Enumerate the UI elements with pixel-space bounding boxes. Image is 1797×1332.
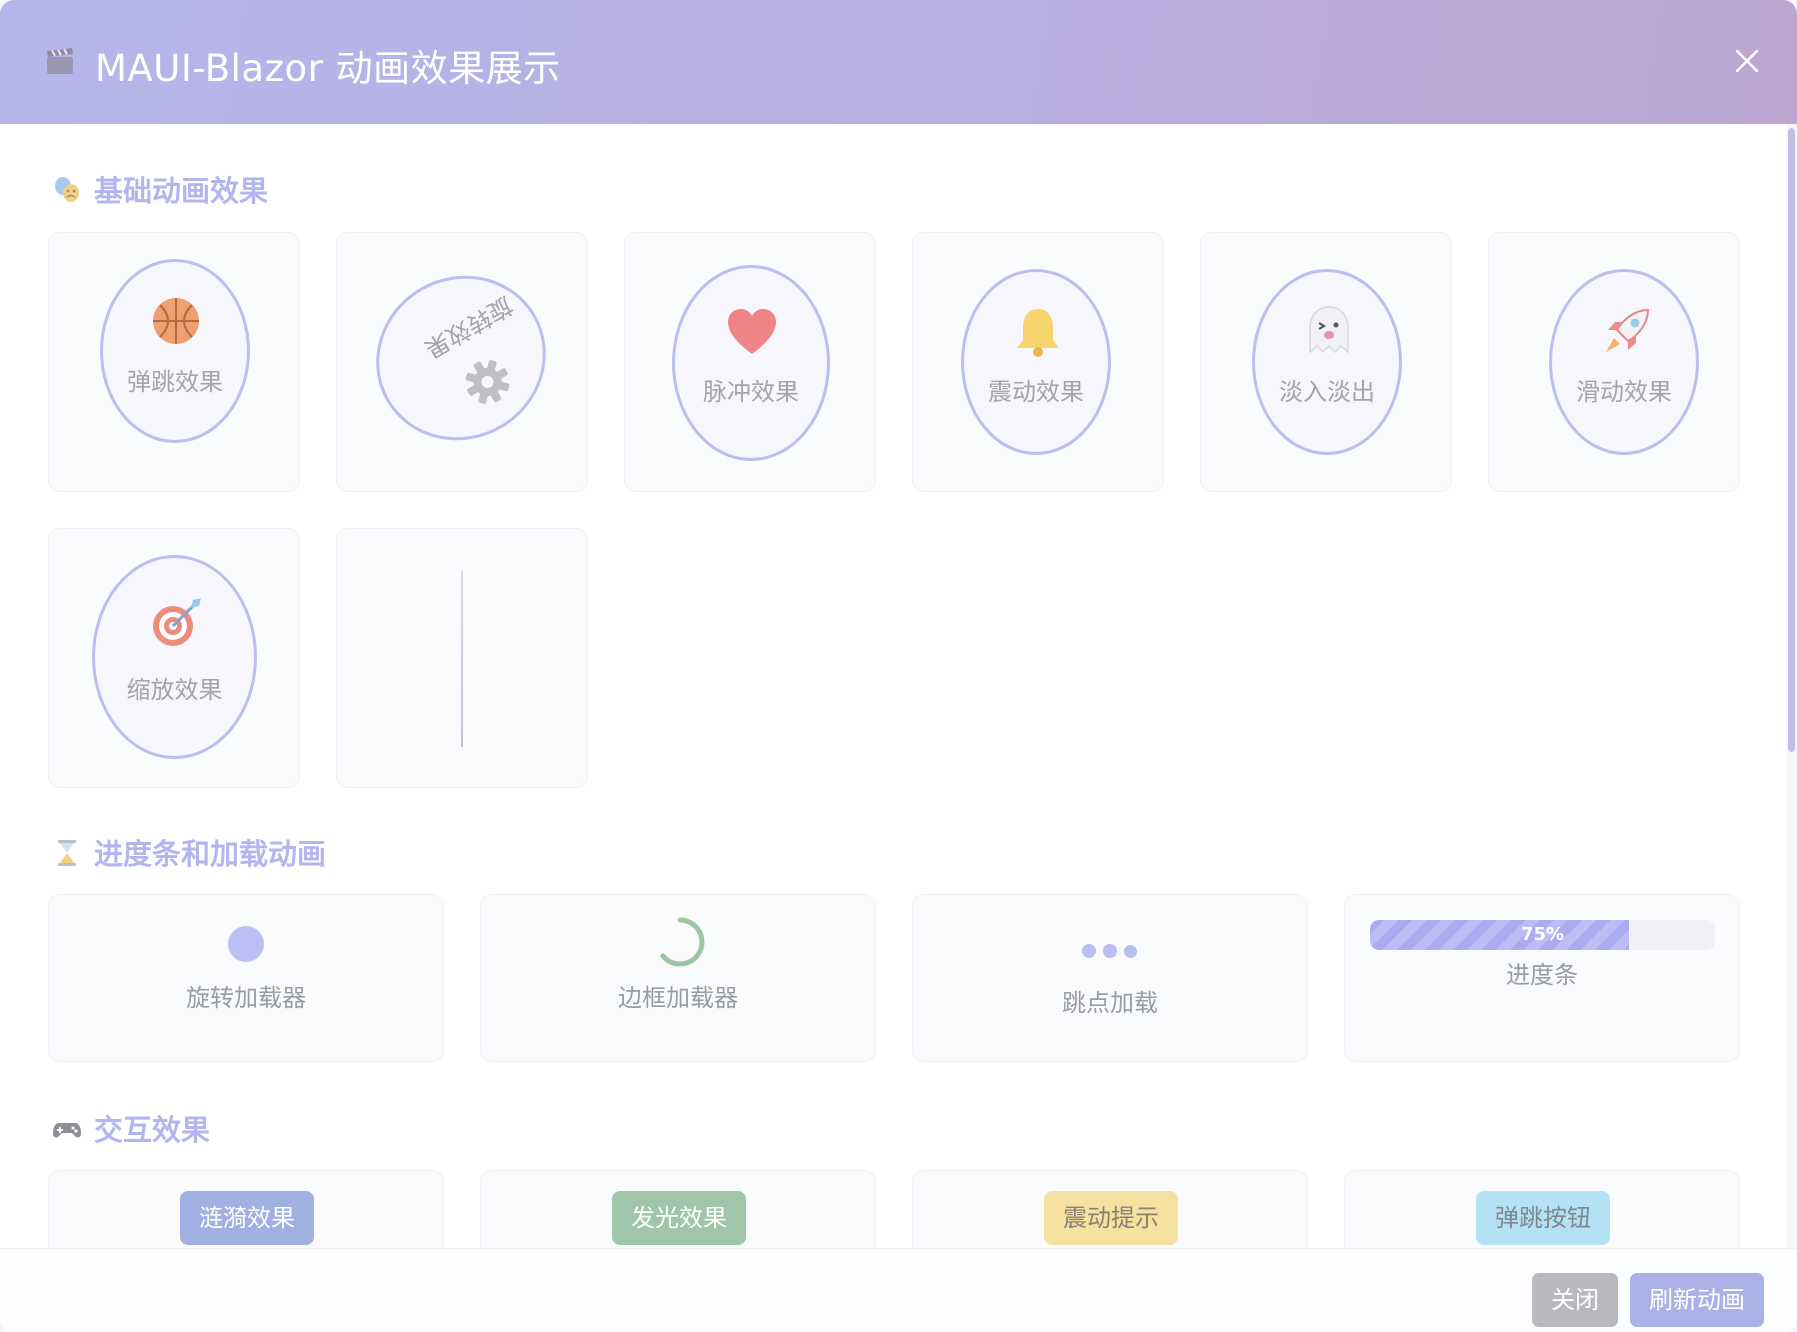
effect-label: 淡入淡出 <box>1279 378 1375 406</box>
rocket-icon <box>1606 308 1650 352</box>
loader-card-border: 边框加载器 <box>480 894 876 1062</box>
clapperboard-icon <box>47 48 73 74</box>
effect-label: 缩放效果 <box>126 676 223 704</box>
effect-card-pulse[interactable]: 脉冲效果 <box>624 232 876 492</box>
loader-label: 边框加载器 <box>618 984 738 1012</box>
bouncing-dots <box>1082 943 1140 959</box>
section-title-label: 交互效果 <box>94 1113 211 1147</box>
section-title-label: 进度条和加载动画 <box>94 837 327 871</box>
effect-card-shake[interactable]: 震动效果 <box>912 232 1164 492</box>
interactive-card: 震动提示 <box>912 1170 1308 1248</box>
effect-oval: 弹跳效果 <box>100 259 250 443</box>
scrollbar-thumb[interactable] <box>1788 128 1795 752</box>
effect-card-rotate[interactable]: 旋转效果 <box>336 232 588 492</box>
loader-card-dots: 跳点加载 <box>912 894 1308 1062</box>
loader-label: 旋转加载器 <box>186 984 306 1012</box>
spinner-dot <box>228 926 264 962</box>
effect-oval: 震动效果 <box>961 269 1111 455</box>
loader-card-progress: 75% 进度条 <box>1344 894 1740 1062</box>
flip-card-edge <box>461 571 463 747</box>
effect-oval: 缩放效果 <box>92 555 257 759</box>
shake-hint-button[interactable]: 震动提示 <box>1044 1191 1178 1245</box>
effect-oval: 淡入淡出 <box>1252 269 1402 455</box>
effect-card-flip[interactable] <box>336 528 588 788</box>
basketball-icon <box>153 298 199 344</box>
bounce-button[interactable]: 弹跳按钮 <box>1476 1191 1610 1245</box>
effect-card-bounce[interactable]: 弹跳效果 <box>48 232 300 492</box>
theater-masks-icon <box>55 177 79 202</box>
effect-card-scale[interactable]: 缩放效果 <box>48 528 300 788</box>
heart-icon <box>728 309 776 354</box>
hourglass-icon <box>58 840 76 866</box>
game-controller-icon <box>53 1123 81 1138</box>
target-icon <box>153 598 201 646</box>
progress-percent: 75% <box>1520 924 1565 945</box>
effect-label: 脉冲效果 <box>703 378 799 406</box>
effect-oval: 脉冲效果 <box>672 265 830 461</box>
section-title-label: 基础动画效果 <box>94 174 269 208</box>
section-title-progress: 进度条和加载动画 <box>52 831 326 873</box>
dialog-content[interactable]: 基础动画效果 弹跳效果 旋转效果 脉冲效果 震动效果 淡入淡出 滑动效果 缩放效… <box>0 124 1787 1248</box>
interactive-card: 涟漪效果 <box>48 1170 444 1248</box>
ghost-icon <box>1309 306 1349 354</box>
close-button[interactable]: 关闭 <box>1532 1273 1618 1327</box>
effect-card-fade[interactable]: 淡入淡出 <box>1200 232 1452 492</box>
border-spinner-icon <box>660 917 705 967</box>
loader-label: 跳点加载 <box>1062 989 1158 1017</box>
effect-label: 弹跳效果 <box>127 368 223 396</box>
animation-dialog: MAUI-Blazor 动画效果展示 基础动画效果 弹跳效果 旋转效果 脉冲效果… <box>0 0 1797 1332</box>
dialog-header: MAUI-Blazor 动画效果展示 <box>0 0 1797 124</box>
effect-label: 震动效果 <box>988 378 1084 406</box>
loader-card-spinner: 旋转加载器 <box>48 894 444 1062</box>
section-title-basic: 基础动画效果 <box>52 168 268 210</box>
gear-icon <box>465 360 510 404</box>
interactive-card: 弹跳按钮 <box>1344 1170 1740 1248</box>
refresh-animation-button[interactable]: 刷新动画 <box>1630 1273 1764 1327</box>
section-title-interactive: 交互效果 <box>52 1107 210 1149</box>
glow-effect-button[interactable]: 发光效果 <box>612 1191 746 1245</box>
effect-label: 滑动效果 <box>1576 378 1672 406</box>
loader-label: 进度条 <box>1506 961 1578 989</box>
progress-bar: 75% <box>1370 920 1715 950</box>
ripple-effect-button[interactable]: 涟漪效果 <box>180 1191 314 1245</box>
dialog-footer: 关闭 刷新动画 <box>0 1248 1797 1332</box>
interactive-card: 发光效果 <box>480 1170 876 1248</box>
effect-oval: 旋转效果 <box>346 244 576 472</box>
dialog-title: MAUI-Blazor 动画效果展示 <box>95 47 561 90</box>
bell-icon <box>1017 309 1059 357</box>
effect-oval: 滑动效果 <box>1549 269 1699 455</box>
effect-card-slide[interactable]: 滑动效果 <box>1488 232 1740 492</box>
close-icon[interactable] <box>1730 44 1764 78</box>
